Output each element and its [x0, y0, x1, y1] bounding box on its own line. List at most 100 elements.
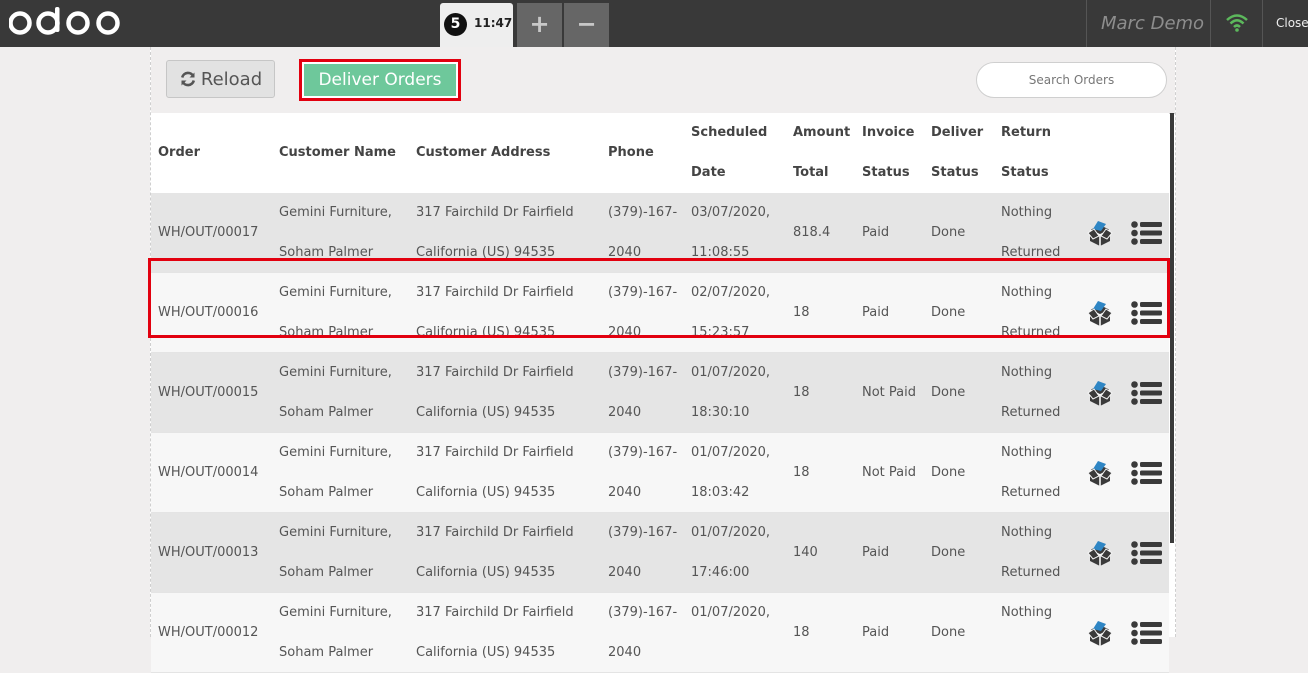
- header-deliver-status: Status: [931, 165, 979, 180]
- customer-name-line2: Soham Palmer: [279, 405, 374, 420]
- header-customer-address: Customer Address: [416, 145, 551, 160]
- header-amount-total: Total: [793, 165, 829, 180]
- open-box-icon[interactable]: [1087, 619, 1113, 647]
- wifi-icon: [1226, 14, 1248, 32]
- odoo-logo: [9, 7, 120, 35]
- customer-address: 317 Fairchild Dr Fairfield: [416, 205, 574, 220]
- customer-address-line2: California (US) 94535: [416, 645, 556, 660]
- amount-total: 18: [793, 385, 810, 400]
- deliver-status: Done: [931, 225, 966, 240]
- orders-table: Order Customer Name Customer Address Pho…: [148, 113, 1170, 673]
- header-deliver: Deliver: [931, 125, 984, 140]
- order-ref: WH/OUT/00015: [158, 385, 259, 400]
- invoice-status: Paid: [862, 545, 890, 560]
- deliver-orders-button[interactable]: Deliver Orders: [299, 59, 461, 101]
- open-box-icon[interactable]: [1087, 299, 1113, 327]
- customer-address: 317 Fairchild Dr Fairfield: [416, 445, 574, 460]
- customer-address-line2: California (US) 94535: [416, 325, 556, 340]
- list-icon[interactable]: [1131, 301, 1162, 325]
- search-input[interactable]: Search Orders: [976, 62, 1167, 98]
- order-tab[interactable]: 5 11:47: [440, 3, 513, 47]
- add-order-button[interactable]: +: [517, 3, 562, 47]
- deliver-status: Done: [931, 385, 966, 400]
- list-icon[interactable]: [1131, 621, 1162, 645]
- customer-name: Gemini Furniture,: [279, 445, 392, 460]
- order-ref: WH/OUT/00013: [158, 545, 259, 560]
- return-status-line2: Returned: [1001, 405, 1061, 420]
- open-box-icon[interactable]: [1087, 219, 1113, 247]
- deliver-status: Done: [931, 305, 966, 320]
- phone-line2: 2040: [608, 565, 642, 580]
- return-status-line2: Returned: [1001, 565, 1061, 580]
- phone: (379)-167-: [608, 445, 678, 460]
- list-icon[interactable]: [1131, 381, 1162, 405]
- amount-total: 18: [793, 625, 810, 640]
- order-ref: WH/OUT/00012: [158, 625, 259, 640]
- phone: (379)-167-: [608, 205, 678, 220]
- scheduled-date: 01/07/2020,: [691, 605, 771, 620]
- scheduled-time: 17:46:00: [691, 565, 750, 580]
- return-status: Nothing: [1001, 445, 1053, 460]
- customer-name-line2: Soham Palmer: [279, 485, 374, 500]
- phone: (379)-167-: [608, 605, 678, 620]
- close-button[interactable]: Close: [1276, 16, 1308, 30]
- phone-line2: 2040: [608, 325, 642, 340]
- table-row[interactable]: WH/OUT/00014 Gemini Furniture, Soham Pal…: [151, 433, 1169, 513]
- return-status: Nothing: [1001, 605, 1053, 620]
- table-row[interactable]: WH/OUT/00015 Gemini Furniture, Soham Pal…: [151, 353, 1169, 433]
- invoice-status: Paid: [862, 225, 890, 240]
- orders-panel: Reload Deliver Orders Search Orders Orde…: [148, 47, 1176, 673]
- return-status: Nothing: [1001, 525, 1053, 540]
- return-status-line2: Returned: [1001, 325, 1061, 340]
- top-bar: 5 11:47 + − Marc Demo Close: [0, 0, 1308, 47]
- header-invoice-status: Status: [862, 165, 910, 180]
- customer-address-line2: California (US) 94535: [416, 485, 556, 500]
- customer-address-line2: California (US) 94535: [416, 245, 556, 260]
- header-phone: Phone: [608, 145, 654, 160]
- deliver-status: Done: [931, 625, 966, 640]
- customer-address: 317 Fairchild Dr Fairfield: [416, 605, 574, 620]
- table-row[interactable]: WH/OUT/00017 Gemini Furniture, Soham Pal…: [151, 193, 1169, 273]
- deliver-status: Done: [931, 545, 966, 560]
- scheduled-time: 11:08:55: [691, 245, 750, 260]
- table-body: WH/OUT/00017 Gemini Furniture, Soham Pal…: [151, 193, 1169, 673]
- scheduled-date: 03/07/2020,: [691, 205, 771, 220]
- open-box-icon[interactable]: [1087, 379, 1113, 407]
- order-number-badge: 5: [444, 13, 467, 36]
- customer-name: Gemini Furniture,: [279, 605, 392, 620]
- open-box-icon[interactable]: [1087, 539, 1113, 567]
- divider: [1262, 0, 1263, 47]
- header-customer-name: Customer Name: [279, 145, 396, 160]
- divider: [1210, 0, 1211, 47]
- return-status-line2: Returned: [1001, 245, 1061, 260]
- invoice-status: Not Paid: [862, 465, 916, 480]
- customer-name: Gemini Furniture,: [279, 285, 392, 300]
- table-row[interactable]: WH/OUT/00016 Gemini Furniture, Soham Pal…: [151, 273, 1169, 353]
- open-box-icon[interactable]: [1087, 459, 1113, 487]
- header-invoice: Invoice: [862, 125, 915, 140]
- invoice-status: Paid: [862, 625, 890, 640]
- amount-total: 18: [793, 465, 810, 480]
- reload-button[interactable]: Reload: [166, 60, 275, 98]
- phone: (379)-167-: [608, 365, 678, 380]
- table-row[interactable]: WH/OUT/00013 Gemini Furniture, Soham Pal…: [151, 513, 1169, 593]
- remove-order-button[interactable]: −: [564, 3, 609, 47]
- list-icon[interactable]: [1131, 541, 1162, 565]
- scheduled-date: 01/07/2020,: [691, 445, 771, 460]
- scheduled-date: 01/07/2020,: [691, 365, 771, 380]
- customer-address-line2: California (US) 94535: [416, 405, 556, 420]
- order-ref: WH/OUT/00014: [158, 465, 259, 480]
- customer-address-line2: California (US) 94535: [416, 565, 556, 580]
- order-ref: WH/OUT/00017: [158, 225, 259, 240]
- phone: (379)-167-: [608, 525, 678, 540]
- header-scheduled: Scheduled: [691, 125, 768, 140]
- order-ref: WH/OUT/00016: [158, 305, 259, 320]
- user-name[interactable]: Marc Demo: [1101, 13, 1204, 34]
- table-row[interactable]: WH/OUT/00012 Gemini Furniture, Soham Pal…: [151, 593, 1169, 673]
- scrollbar[interactable]: [1170, 113, 1174, 543]
- list-icon[interactable]: [1131, 221, 1162, 245]
- phone-line2: 2040: [608, 645, 642, 660]
- phone-line2: 2040: [608, 405, 642, 420]
- list-icon[interactable]: [1131, 461, 1162, 485]
- scheduled-date: 02/07/2020,: [691, 285, 771, 300]
